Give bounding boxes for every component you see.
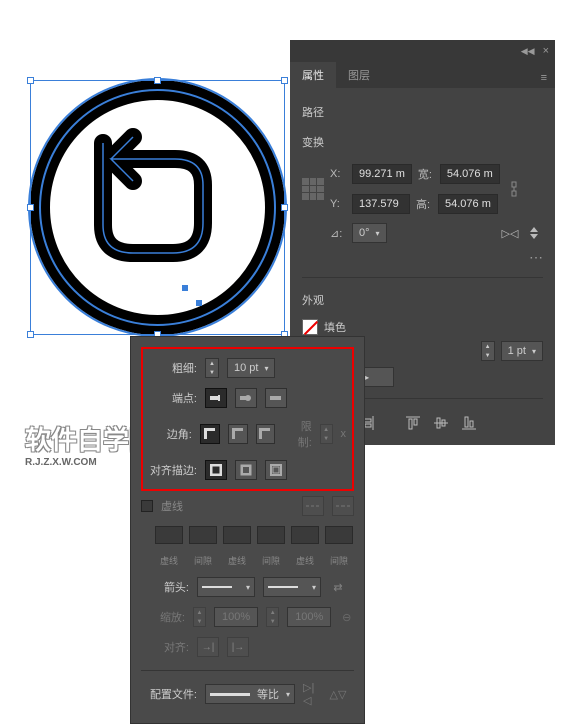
more-transform-icon[interactable]: ⋯: [529, 249, 543, 266]
scale1-field: 100%: [214, 607, 258, 627]
gap-1[interactable]: [189, 526, 217, 544]
weight-select[interactable]: 10 pt▾: [227, 358, 275, 378]
link-scale-icon: ⊖: [339, 607, 354, 627]
panel-tabs: 属性 图层 ≡: [290, 62, 555, 88]
tab-layers[interactable]: 图层: [336, 62, 382, 88]
dash-3[interactable]: [291, 526, 319, 544]
cap-label: 端点:: [149, 390, 197, 406]
dash-1[interactable]: [155, 526, 183, 544]
gap-2[interactable]: [257, 526, 285, 544]
arrow-end-select[interactable]: ▾: [263, 577, 321, 597]
align-top-icon[interactable]: [404, 415, 422, 431]
rotate-select[interactable]: 0°▾: [352, 223, 387, 243]
limit-value: x: [341, 428, 347, 440]
corner-round-button[interactable]: [228, 424, 248, 444]
swap-arrows-icon[interactable]: ⇄: [329, 579, 347, 595]
align-outside-button[interactable]: [265, 460, 287, 480]
cap-butt-button[interactable]: [205, 388, 227, 408]
fill-swatch[interactable]: [302, 319, 318, 335]
gap-3[interactable]: [325, 526, 353, 544]
flip-profile-v-icon: △▽: [329, 686, 347, 702]
panel-collapse-icon[interactable]: ◀◀: [521, 46, 535, 57]
stroke-panel: 粗细: ▲▼ 10 pt▾ 端点: 边角: 限制: ▲▼ x 对齐描边: 虚: [130, 336, 365, 724]
tab-properties[interactable]: 属性: [290, 62, 336, 88]
limit-label: 限制:: [289, 418, 311, 450]
arrow-start-select[interactable]: ▾: [197, 577, 255, 597]
corner-label: 边角:: [149, 426, 192, 442]
bounding-box[interactable]: [30, 80, 285, 335]
flip-v-icon[interactable]: [525, 225, 543, 241]
align-vcenter-icon[interactable]: [432, 415, 450, 431]
weight-stepper[interactable]: ▲▼: [205, 358, 219, 378]
align-inside-button[interactable]: [235, 460, 257, 480]
dash-2[interactable]: [223, 526, 251, 544]
align-arrow-label: 对齐:: [141, 639, 189, 655]
cap-square-button[interactable]: [265, 388, 287, 408]
center-anchor-1: [182, 285, 188, 291]
dash-align-icon: [332, 496, 354, 516]
align-stroke-label: 对齐描边:: [149, 462, 197, 478]
corner-miter-button[interactable]: [200, 424, 220, 444]
handle-top-right[interactable]: [281, 77, 288, 84]
fill-label: 填色: [324, 319, 346, 335]
scale-label: 缩放:: [141, 609, 185, 625]
panel-close-icon[interactable]: ×: [543, 45, 549, 57]
corner-bevel-button[interactable]: [256, 424, 276, 444]
limit-stepper: ▲▼: [320, 424, 333, 444]
dash-fields: [155, 526, 353, 544]
dashed-checkbox[interactable]: [141, 500, 153, 512]
rotate-label: ⊿:: [330, 227, 346, 240]
section-appearance: 外观: [302, 286, 543, 316]
align-arrow-extend-icon: →|: [197, 637, 219, 657]
handle-top-left[interactable]: [27, 77, 34, 84]
canvas-selection: [30, 80, 285, 335]
panel-titlebar: ◀◀ ×: [290, 40, 555, 62]
y-label: Y:: [330, 198, 346, 210]
red-highlight-box: 粗细: ▲▼ 10 pt▾ 端点: 边角: 限制: ▲▼ x 对齐描边:: [141, 347, 354, 491]
flip-profile-h-icon: ▷|◁: [303, 686, 321, 702]
y-field[interactable]: 137.579: [352, 194, 410, 214]
w-label: 宽:: [418, 166, 434, 182]
align-center-button[interactable]: [205, 460, 227, 480]
h-label: 高:: [416, 196, 432, 212]
h-field[interactable]: 54.076 m: [438, 194, 498, 214]
x-label: X:: [330, 168, 346, 180]
profile-label: 配置文件:: [141, 686, 197, 702]
dash-preserve-icon: [302, 496, 324, 516]
reference-point-grid[interactable]: [302, 178, 324, 200]
panel-menu-icon[interactable]: ≡: [533, 68, 555, 88]
scale2-stepper: ▲▼: [266, 607, 279, 627]
flip-h-icon[interactable]: ▷◁: [501, 225, 519, 241]
handle-mid-left[interactable]: [27, 204, 34, 211]
section-path: 路径: [302, 98, 543, 128]
handle-top-mid[interactable]: [154, 77, 161, 84]
align-arrow-tip-icon: |→: [227, 637, 249, 657]
scale2-field: 100%: [287, 607, 331, 627]
center-anchor-2: [196, 300, 202, 306]
scale1-stepper: ▲▼: [193, 607, 206, 627]
cap-round-button[interactable]: [235, 388, 257, 408]
align-bottom-icon[interactable]: [460, 415, 478, 431]
handle-mid-right[interactable]: [281, 204, 288, 211]
weight-label: 粗细:: [149, 360, 197, 376]
handle-bot-left[interactable]: [27, 331, 34, 338]
arrow-label: 箭头:: [141, 579, 189, 595]
x-field[interactable]: 99.271 m: [352, 164, 412, 184]
link-wh-icon[interactable]: [506, 179, 522, 199]
stroke-weight-select[interactable]: 1 pt▾: [501, 341, 543, 361]
profile-select[interactable]: 等比 ▾: [205, 684, 295, 704]
w-field[interactable]: 54.076 m: [440, 164, 500, 184]
stroke-weight-stepper[interactable]: ▲▼: [481, 341, 495, 361]
dashed-label: 虚线: [161, 498, 183, 514]
section-transform: 变换: [302, 128, 543, 158]
